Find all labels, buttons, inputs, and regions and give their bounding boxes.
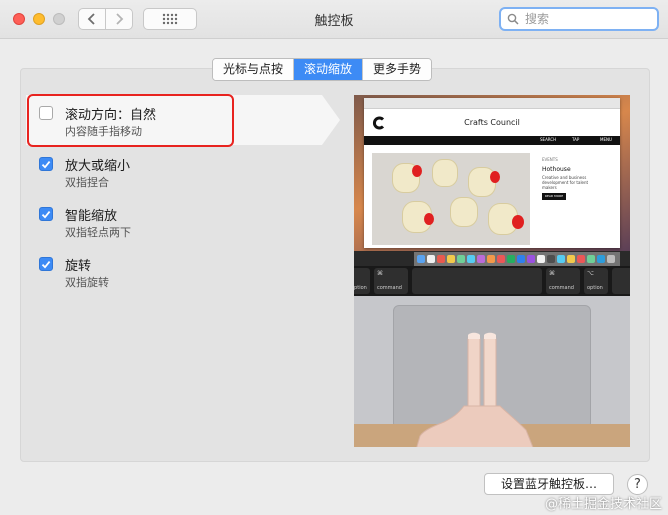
zoom-in-out-checkbox[interactable] <box>39 157 53 171</box>
option-subtitle: 双指捏合 <box>65 176 109 189</box>
key-space <box>412 268 542 294</box>
checkmark-icon <box>41 160 51 169</box>
preview-keyboard: option ⌘command ⌘command ⌥option <box>354 266 630 296</box>
preview-dock <box>414 252 620 266</box>
setup-bluetooth-trackpad-button[interactable]: 设置蓝牙触控板… <box>484 473 614 495</box>
option-subtitle: 双指旋转 <box>65 276 109 289</box>
smart-zoom-checkbox[interactable] <box>39 207 53 221</box>
preview-article-text: Creative and business development for ta… <box>542 175 589 190</box>
tab-bar: 光标与点按 滚动缩放 更多手势 <box>212 58 433 81</box>
tab-more-gestures[interactable]: 更多手势 <box>363 59 432 80</box>
preview-article-heading: Hothouse <box>542 166 571 173</box>
option-title: 旋转 <box>65 259 92 274</box>
search-icon <box>507 13 519 25</box>
preview-laptop-base <box>354 296 630 447</box>
key-command-right: ⌘ command <box>546 268 580 294</box>
option-subtitle: 双指轻点两下 <box>65 226 131 239</box>
key-arrow <box>612 268 630 294</box>
preview-browser-window: Crafts Council SEARCH TAP MENU EVENTS Ho… <box>364 98 620 248</box>
preview-menu-item: MENU <box>600 137 612 142</box>
preview-menu-item: TAP <box>572 137 580 142</box>
key-command-left: ⌘ command <box>374 268 408 294</box>
preview-site-title: Crafts Council <box>464 118 520 127</box>
preview-article-caption: EVENTS <box>542 157 558 162</box>
preview-article-card: EVENTS Hothouse Creative and business de… <box>538 153 612 245</box>
preview-menu-item: SEARCH <box>540 137 557 142</box>
option-title: 放大或缩小 <box>65 159 131 174</box>
two-finger-hand-illustration <box>416 332 534 447</box>
checkmark-icon <box>41 210 51 219</box>
annotation-highlight-box <box>27 94 234 147</box>
search-input[interactable] <box>523 11 647 27</box>
help-button[interactable]: ? <box>627 474 648 495</box>
gesture-preview: Crafts Council SEARCH TAP MENU EVENTS Ho… <box>354 95 630 447</box>
tab-scroll-and-zoom[interactable]: 滚动缩放 <box>294 59 364 80</box>
preview-menu-bar: SEARCH TAP MENU <box>364 136 620 145</box>
title-bar: 触控板 <box>0 0 668 39</box>
preview-read-more: READ MORE <box>542 193 566 200</box>
tab-point-and-click[interactable]: 光标与点按 <box>213 59 295 80</box>
rotate-checkbox[interactable] <box>39 257 53 271</box>
option-title: 智能缩放 <box>65 209 118 224</box>
search-field[interactable] <box>499 7 659 31</box>
browser-toolbar <box>364 98 620 109</box>
key-option-right: ⌥ option <box>584 268 608 294</box>
watermark: @稀土掘金技术社区 <box>544 497 662 512</box>
preview-cups-photo <box>372 153 530 245</box>
checkmark-icon <box>41 260 51 269</box>
key-option-left: option <box>354 268 370 294</box>
